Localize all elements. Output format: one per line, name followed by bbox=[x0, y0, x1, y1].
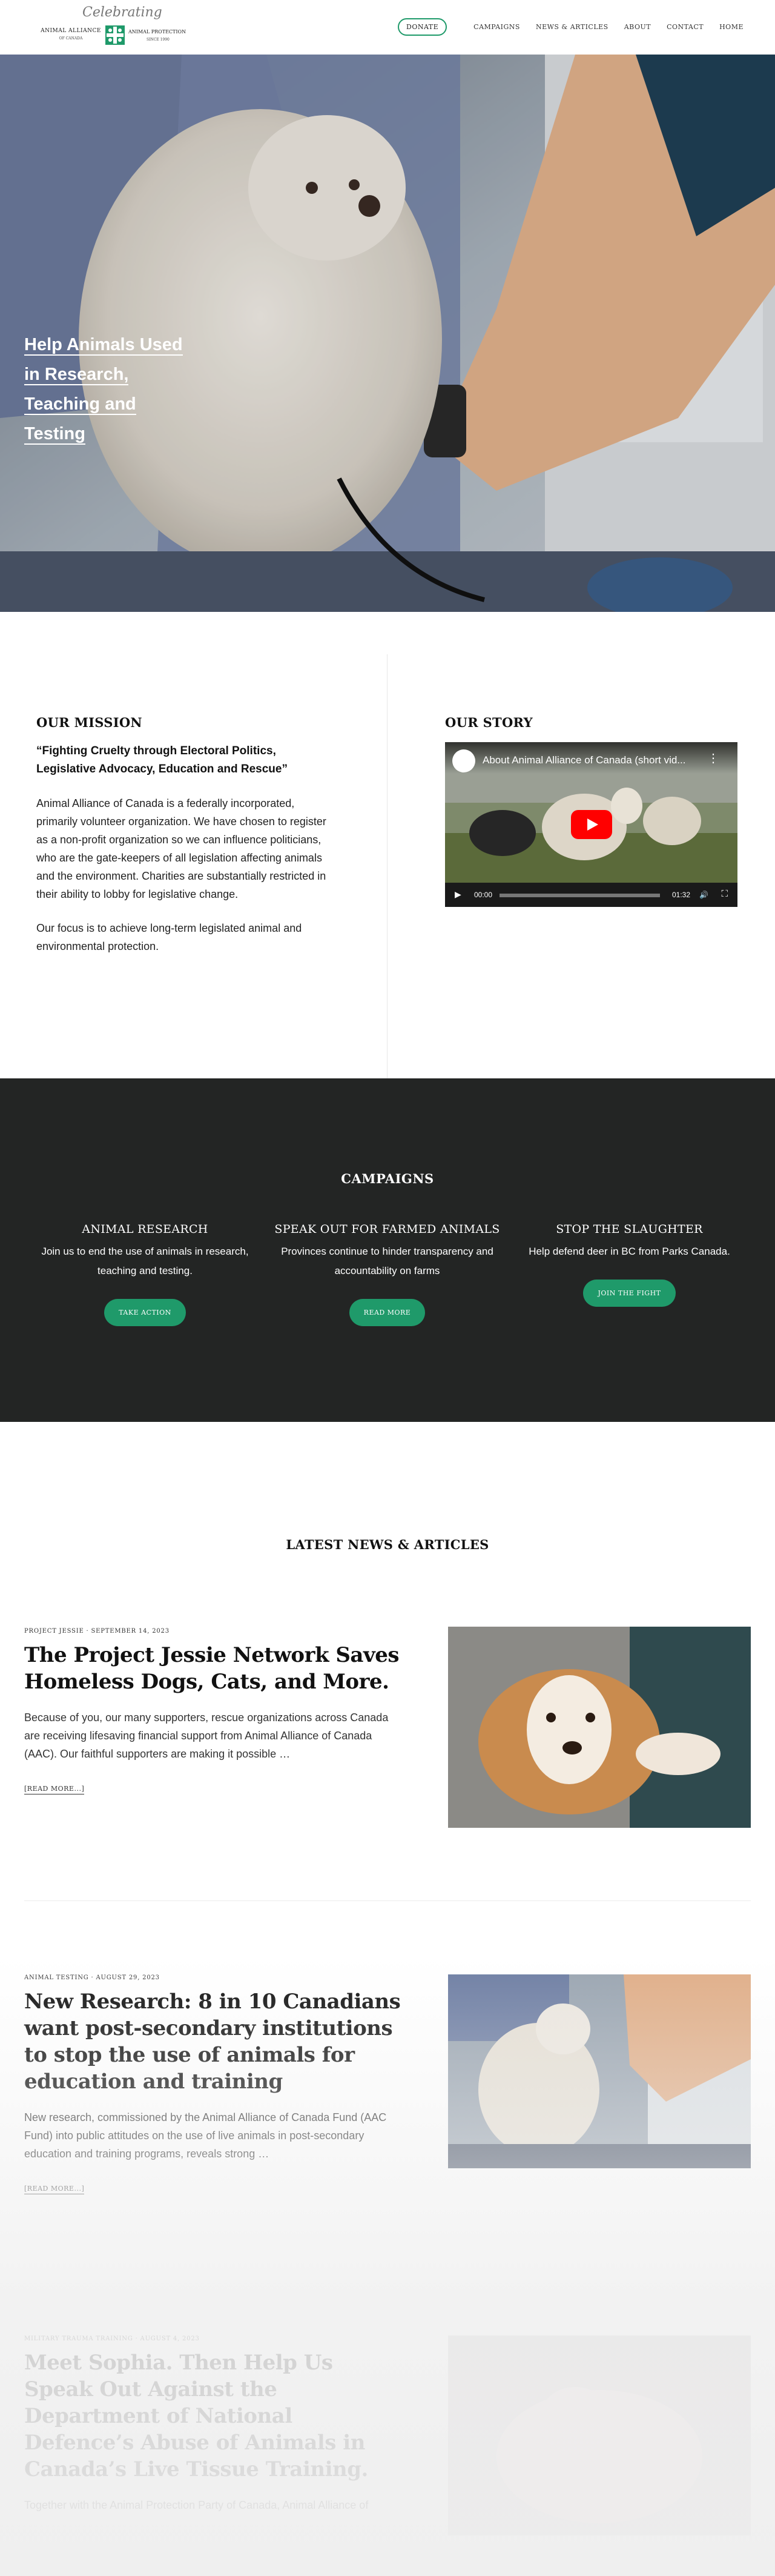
video-title[interactable]: About Animal Alliance of Canada (short v… bbox=[483, 754, 685, 766]
nav-contact[interactable]: CONTACT bbox=[667, 23, 704, 31]
mission-quote: “Fighting Cruelty through Electoral Poli… bbox=[36, 745, 288, 775]
article-title[interactable]: Meet Sophia. Then Help Us Speak Out Agai… bbox=[24, 2349, 406, 2483]
campaign-farmed-animals: SPEAK OUT FOR FARMED ANIMALS Provinces c… bbox=[265, 1223, 510, 1326]
story-column: OUR STORY About Animal Alliance of Canad… bbox=[445, 715, 737, 907]
dog-paw-image bbox=[448, 1627, 751, 1828]
news-article: ANIMAL TESTING · AUGUST 29, 2023 New Res… bbox=[24, 1974, 406, 2194]
campaign-title: SPEAK OUT FOR FARMED ANIMALS bbox=[274, 1223, 500, 1236]
campaign-text: Provinces continue to hinder transparenc… bbox=[281, 1246, 493, 1276]
story-video-player[interactable]: About Animal Alliance of Canada (short v… bbox=[445, 742, 737, 907]
section-divider bbox=[387, 654, 388, 1078]
article-meta: MILITARY TRAUMA TRAINING · AUGUST 4, 202… bbox=[24, 2335, 200, 2342]
news-article: PROJECT JESSIE · SEPTEMBER 14, 2023 The … bbox=[24, 1628, 406, 1794]
nav-campaigns[interactable]: CAMPAIGNS bbox=[473, 23, 520, 31]
take-action-button[interactable]: TAKE ACTION bbox=[104, 1299, 186, 1326]
read-more-link[interactable]: [READ MORE...] bbox=[24, 1785, 85, 1794]
article-separator bbox=[24, 1900, 751, 1901]
logo-ap-sub: SINCE 1990 bbox=[147, 38, 170, 42]
article-meta: ANIMAL TESTING · AUGUST 29, 2023 bbox=[24, 1974, 160, 1981]
article-meta: PROJECT JESSIE · SEPTEMBER 14, 2023 bbox=[24, 1628, 170, 1635]
article-excerpt: New research, commissioned by the Animal… bbox=[24, 2111, 387, 2160]
mission-column: OUR MISSION “Fighting Cruelty through El… bbox=[36, 715, 327, 955]
story-heading: OUR STORY bbox=[445, 715, 533, 730]
volume-icon[interactable]: 🔊 bbox=[699, 891, 708, 899]
article-thumbnail-dog[interactable] bbox=[448, 1627, 751, 1828]
play-icon[interactable]: ▶ bbox=[455, 889, 461, 900]
video-more-icon[interactable]: ⋮ bbox=[707, 751, 719, 766]
fullscreen-icon[interactable]: ⛶ bbox=[721, 889, 728, 899]
logo-aa-name: ANIMAL ALLIANCE bbox=[41, 28, 101, 34]
mission-heading: OUR MISSION bbox=[36, 715, 142, 730]
article-excerpt: Because of you, our many supporters, res… bbox=[24, 1711, 389, 1760]
campaigns-section: CAMPAIGNS ANIMAL RESEARCH Join us to end… bbox=[0, 1078, 775, 1422]
donate-button[interactable]: DONATE bbox=[398, 18, 447, 36]
pig-image bbox=[448, 2335, 751, 2535]
site-header: Celebrating ANIMAL ALLIANCE OF CANADA AN… bbox=[0, 0, 775, 55]
logo-ap-name: ANIMAL PROTECTION bbox=[128, 29, 186, 35]
read-more-link[interactable]: [READ MORE...] bbox=[24, 2185, 85, 2194]
video-total-time: 01:32 bbox=[671, 891, 690, 899]
nav-about[interactable]: ABOUT bbox=[624, 23, 651, 31]
mission-paragraph-1: Animal Alliance of Canada is a federally… bbox=[36, 797, 326, 900]
campaign-title: ANIMAL RESEARCH bbox=[82, 1223, 208, 1236]
logo-celebrating-text: Celebrating bbox=[82, 5, 162, 20]
article-excerpt: Together with the Animal Protection Part… bbox=[24, 2499, 369, 2511]
logo-emblem-icon bbox=[105, 25, 125, 45]
video-play-button[interactable] bbox=[571, 810, 612, 839]
news-heading: LATEST NEWS & ARTICLES bbox=[286, 1537, 489, 1552]
campaign-title: STOP THE SLAUGHTER bbox=[556, 1223, 703, 1236]
campaign-stop-slaughter: STOP THE SLAUGHTER Help defend deer in B… bbox=[507, 1223, 752, 1307]
article-title[interactable]: The Project Jessie Network Saves Homeles… bbox=[24, 1642, 406, 1695]
nav-news-articles[interactable]: NEWS & ARTICLES bbox=[536, 23, 608, 31]
campaign-text: Join us to end the use of animals in res… bbox=[41, 1246, 249, 1276]
read-more-button[interactable]: READ MORE bbox=[349, 1299, 426, 1326]
article-thumbnail-research[interactable] bbox=[448, 1974, 751, 2168]
logo-aa-sub: OF CANADA bbox=[59, 36, 83, 41]
article-title[interactable]: New Research: 8 in 10 Canadians want pos… bbox=[24, 1988, 406, 2095]
video-controls: ▶ 00:00 01:32 🔊 ⛶ bbox=[445, 883, 737, 907]
news-article: MILITARY TRAUMA TRAINING · AUGUST 4, 202… bbox=[24, 2335, 406, 2514]
video-current-time: 00:00 bbox=[474, 891, 493, 899]
dog-vet-image bbox=[448, 1974, 751, 2168]
hero-banner: Help Animals Used in Research, Teaching … bbox=[0, 55, 775, 612]
site-logo[interactable]: Celebrating ANIMAL ALLIANCE OF CANADA AN… bbox=[38, 5, 195, 47]
news-section: LATEST NEWS & ARTICLES PROJECT JESSIE · … bbox=[0, 1422, 775, 2576]
video-progress-bar[interactable] bbox=[500, 894, 660, 897]
mission-story-section: OUR MISSION “Fighting Cruelty through El… bbox=[0, 612, 775, 1078]
campaign-animal-research: ANIMAL RESEARCH Join us to end the use o… bbox=[22, 1223, 268, 1326]
main-nav: DONATE CAMPAIGNS NEWS & ARTICLES ABOUT C… bbox=[398, 18, 744, 36]
hero-title: Help Animals Used in Research, Teaching … bbox=[24, 335, 183, 445]
channel-logo-icon[interactable] bbox=[452, 749, 475, 772]
campaign-text: Help defend deer in BC from Parks Canada… bbox=[529, 1246, 730, 1257]
nav-home[interactable]: HOME bbox=[719, 23, 744, 31]
campaigns-heading: CAMPAIGNS bbox=[341, 1171, 434, 1186]
mission-paragraph-2: Our focus is to achieve long-term legisl… bbox=[36, 922, 302, 952]
article-thumbnail-pig[interactable] bbox=[448, 2335, 751, 2535]
join-the-fight-button[interactable]: JOIN THE FIGHT bbox=[583, 1280, 676, 1307]
